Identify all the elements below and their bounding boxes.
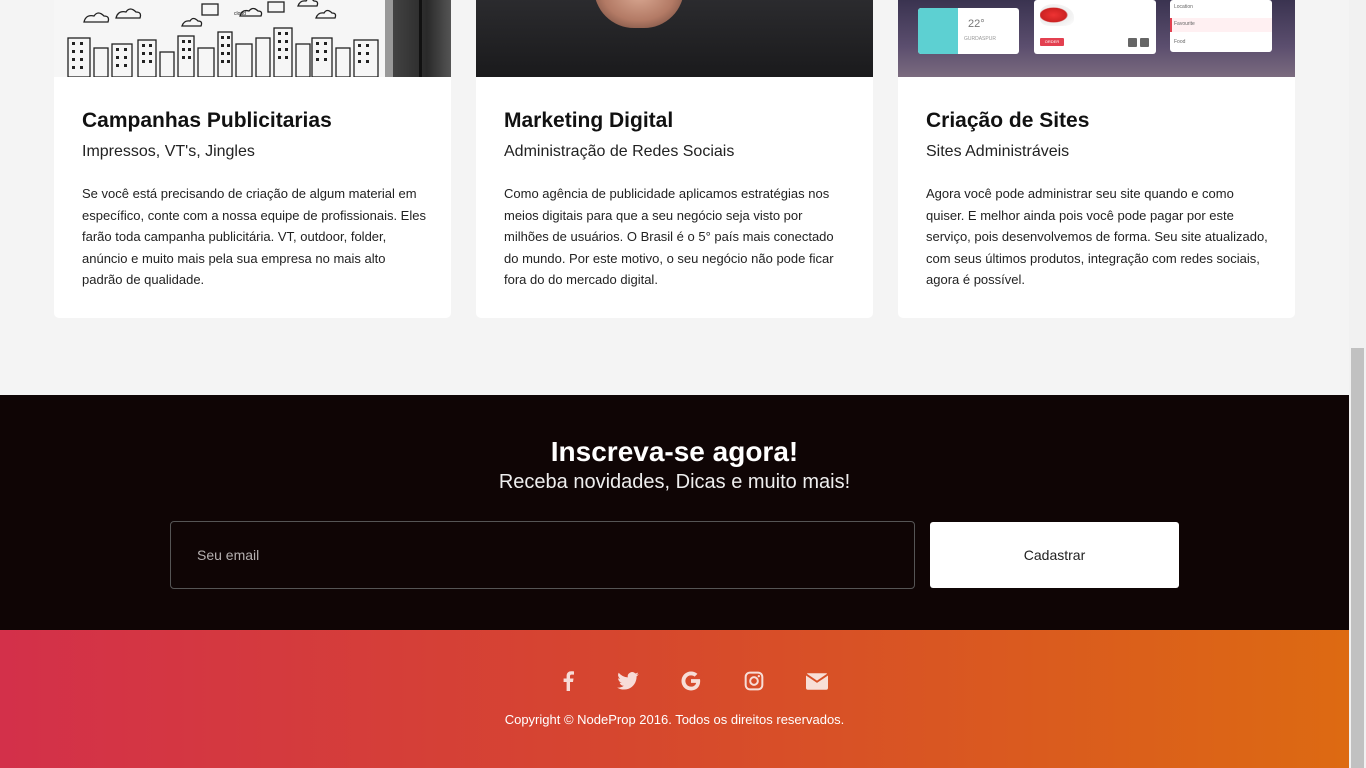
card-title: Marketing Digital: [504, 109, 674, 132]
service-card-websites: 22° GURDASPUR ORDER Location Favourite F…: [898, 0, 1295, 318]
card-description: Se você está precisando de criação de al…: [82, 186, 426, 288]
arrow-left-icon: [1128, 38, 1137, 47]
shop-widget: ORDER: [1034, 0, 1156, 54]
service-card-digital-marketing: Marketing Digital Administração de Redes…: [476, 0, 873, 318]
newsletter-subtitle: Receba novidades, Dicas e muito mais!: [498, 471, 851, 493]
facebook-icon[interactable]: [555, 668, 581, 694]
social-links: [0, 668, 1349, 694]
order-badge: ORDER: [1040, 38, 1064, 46]
card-subtitle: Administração de Redes Sociais: [504, 143, 735, 160]
card-image-app-ui: 22° GURDASPUR ORDER Location Favourite F…: [898, 0, 1295, 77]
email-icon[interactable]: [804, 668, 830, 694]
services-section: cloud Campanhas Publicitarias Impressos,…: [0, 0, 1349, 395]
card-image-city-sketch: cloud: [54, 0, 451, 77]
hand-illustration: [594, 0, 684, 28]
card-title: Criação de Sites: [926, 109, 1090, 132]
copyright-text: Copyright © NodeProp 2016. Todos os dire…: [504, 712, 845, 727]
card-description: Como agência de publicidade aplicamos es…: [504, 186, 834, 288]
scrollbar-thumb[interactable]: [1351, 348, 1364, 768]
weather-city: GURDASPUR: [964, 36, 996, 42]
card-subtitle: Impressos, VT's, Jingles: [82, 143, 255, 160]
card-description: Agora você pode administrar seu site qua…: [926, 186, 1268, 288]
list-item: Favourite: [1174, 21, 1195, 27]
card-title: Campanhas Publicitarias: [82, 109, 332, 132]
card-subtitle: Sites Administráveis: [926, 143, 1070, 160]
footer: Copyright © NodeProp 2016. Todos os dire…: [0, 630, 1349, 768]
weather-temp: 22°: [968, 18, 985, 30]
service-card-campaigns: cloud Campanhas Publicitarias Impressos,…: [54, 0, 451, 318]
email-input[interactable]: [170, 521, 915, 589]
list-widget: Location Favourite Food: [1170, 0, 1272, 52]
cloud-rain-icon: [918, 8, 958, 54]
card-image-handshake: [476, 0, 873, 77]
businessman-suit: [385, 0, 451, 77]
twitter-icon[interactable]: [615, 668, 641, 694]
list-item: Location: [1174, 4, 1193, 10]
arrow-right-icon: [1140, 38, 1149, 47]
instagram-icon[interactable]: [741, 668, 767, 694]
shoe-image: [1040, 4, 1074, 26]
list-item: Food: [1174, 39, 1186, 45]
newsletter-title: Inscreva-se agora!: [550, 436, 799, 467]
page-scrollbar[interactable]: [1349, 0, 1366, 768]
weather-widget: 22° GURDASPUR: [918, 8, 1019, 54]
subscribe-button[interactable]: Cadastrar: [930, 522, 1179, 588]
google-icon[interactable]: [678, 668, 704, 694]
cloud-label: cloud: [234, 11, 246, 17]
newsletter-section: Inscreva-se agora! Receba novidades, Dic…: [0, 395, 1349, 630]
